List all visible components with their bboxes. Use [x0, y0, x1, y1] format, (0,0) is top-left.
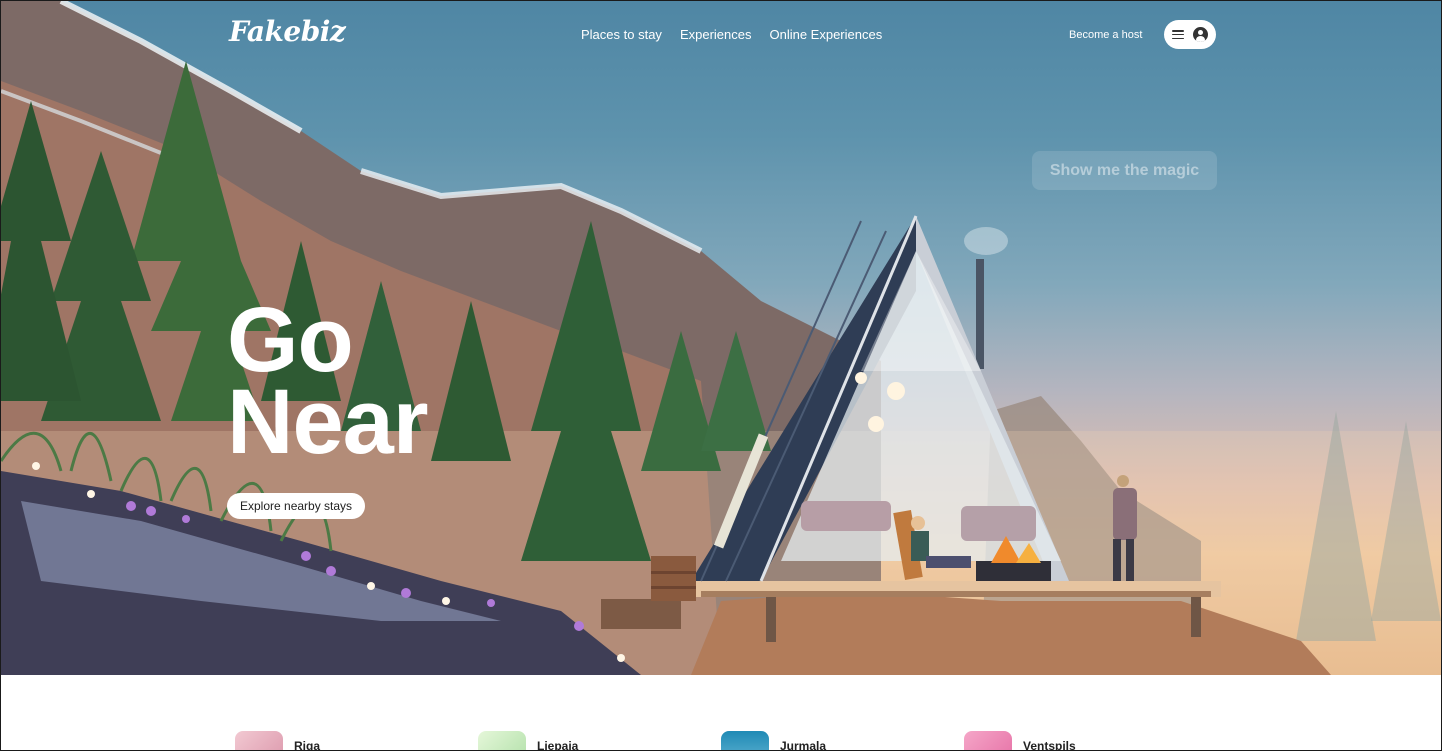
city-name: Jurmala	[780, 739, 827, 751]
city-name: Ventspils	[1023, 739, 1076, 751]
user-avatar-icon	[1193, 27, 1208, 42]
nav-links: Places to stay Experiences Online Experi…	[581, 27, 882, 42]
hero-headline-line-2: Near	[227, 371, 429, 473]
city-card-riga[interactable]: Riga	[235, 731, 321, 751]
hamburger-icon	[1172, 30, 1184, 39]
show-me-the-magic-button[interactable]: Show me the magic	[1032, 151, 1217, 190]
nearby-cities-section: Riga Liepaja Jurmala Ventspils	[1, 675, 1441, 750]
city-thumbnail	[721, 731, 769, 750]
city-name: Riga	[294, 739, 321, 751]
brand-logo[interactable]: Fakebiz	[229, 15, 346, 48]
city-thumbnail	[235, 731, 283, 750]
city-card-liepaja[interactable]: Liepaja	[478, 731, 579, 751]
city-thumbnail	[478, 731, 526, 750]
page-frame: Fakebiz Places to stay Experiences Onlin…	[0, 0, 1442, 751]
city-name: Liepaja	[537, 739, 579, 751]
user-menu-button[interactable]	[1164, 20, 1216, 49]
hero-headline-line-1: Go	[227, 289, 354, 391]
explore-nearby-stays-button[interactable]: Explore nearby stays	[227, 493, 366, 519]
top-navigation: Fakebiz Places to stay Experiences Onlin…	[1, 1, 1441, 71]
city-thumbnail	[964, 731, 1012, 750]
nav-link-online-experiences[interactable]: Online Experiences	[769, 27, 882, 42]
city-card-jurmala[interactable]: Jurmala	[721, 731, 827, 751]
city-card-ventspils[interactable]: Ventspils	[964, 731, 1076, 751]
nav-link-experiences[interactable]: Experiences	[680, 27, 752, 42]
nav-link-places-to-stay[interactable]: Places to stay	[581, 27, 662, 42]
hero-illustration	[1, 1, 1441, 675]
become-a-host-link[interactable]: Become a host	[1069, 29, 1142, 41]
hero-banner: Fakebiz Places to stay Experiences Onlin…	[1, 1, 1441, 675]
hero-headline: Go Near	[227, 289, 429, 473]
